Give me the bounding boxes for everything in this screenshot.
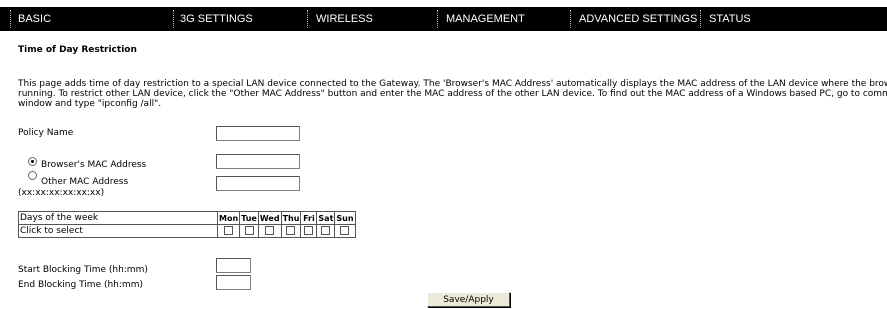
page-description: This page adds time of day restriction t… bbox=[18, 79, 887, 109]
nav-separator bbox=[437, 10, 438, 28]
click-to-select-label: Click to select bbox=[18, 224, 218, 238]
top-nav-bar: BASIC 3G SETTINGS WIRELESS MANAGEMENT AD… bbox=[0, 7, 887, 31]
end-time-label: End Blocking Time (hh:mm) bbox=[18, 280, 143, 290]
save-apply-button[interactable]: Save/Apply bbox=[427, 292, 510, 307]
day-header-wed: Wed bbox=[257, 211, 282, 225]
other-mac-radio[interactable] bbox=[28, 171, 37, 180]
day-header-sun: Sun bbox=[334, 211, 356, 225]
day-cell-tue bbox=[239, 224, 259, 238]
day-cell-thu bbox=[280, 224, 302, 238]
mac-format-hint: (xx:xx:xx:xx:xx:xx) bbox=[18, 188, 105, 198]
nav-separator bbox=[570, 10, 571, 28]
description-line: window and type "ipconfig /all". bbox=[18, 99, 162, 109]
day-cell-mon bbox=[216, 224, 241, 238]
day-checkbox-thu[interactable] bbox=[286, 226, 296, 235]
browser-mac-input[interactable] bbox=[216, 154, 300, 169]
day-cell-fri bbox=[300, 224, 318, 238]
other-mac-input[interactable] bbox=[216, 176, 300, 191]
day-header-tue: Tue bbox=[239, 211, 259, 225]
day-header-mon: Mon bbox=[216, 211, 241, 225]
page-title: Time of Day Restriction bbox=[18, 45, 137, 55]
day-cell-wed bbox=[257, 224, 282, 238]
day-header-fri: Fri bbox=[300, 211, 318, 225]
browser-mac-label: Browser's MAC Address bbox=[41, 160, 147, 170]
end-time-input[interactable] bbox=[216, 275, 251, 290]
day-checkbox-tue[interactable] bbox=[244, 226, 254, 235]
policy-name-input[interactable] bbox=[216, 126, 300, 141]
description-line: running. To restrict other LAN device, c… bbox=[18, 89, 887, 99]
days-header-row: Days of the week Mon Tue Wed Thu Fri Sat… bbox=[18, 211, 356, 225]
nav-separator bbox=[173, 10, 174, 28]
nav-item-status[interactable]: STATUS bbox=[709, 7, 751, 31]
nav-item-advanced-settings[interactable]: ADVANCED SETTINGS bbox=[579, 7, 697, 31]
day-cell-sun bbox=[334, 224, 356, 238]
nav-separator bbox=[307, 10, 308, 28]
day-header-sat: Sat bbox=[316, 211, 336, 225]
day-checkbox-fri[interactable] bbox=[304, 226, 314, 235]
day-checkbox-mon[interactable] bbox=[224, 226, 234, 235]
day-cell-sat bbox=[316, 224, 336, 238]
description-line: This page adds time of day restriction t… bbox=[18, 79, 887, 89]
nav-separator bbox=[10, 10, 11, 28]
nav-item-management[interactable]: MANAGEMENT bbox=[446, 7, 525, 31]
days-header-label: Days of the week bbox=[18, 211, 218, 225]
day-checkbox-sun[interactable] bbox=[340, 226, 350, 235]
day-checkbox-wed[interactable] bbox=[265, 226, 275, 235]
day-header-thu: Thu bbox=[280, 211, 302, 225]
nav-item-wireless[interactable]: WIRELESS bbox=[316, 7, 373, 31]
days-select-row: Click to select bbox=[18, 224, 356, 238]
browser-mac-radio[interactable] bbox=[28, 157, 37, 166]
policy-name-label: Policy Name bbox=[18, 128, 74, 138]
nav-item-3g-settings[interactable]: 3G SETTINGS bbox=[180, 7, 253, 31]
days-of-week-table: Days of the week Mon Tue Wed Thu Fri Sat… bbox=[18, 211, 356, 238]
day-checkbox-sat[interactable] bbox=[321, 226, 331, 235]
nav-separator bbox=[700, 10, 701, 28]
nav-item-basic[interactable]: BASIC bbox=[18, 7, 51, 31]
start-time-label: Start Blocking Time (hh:mm) bbox=[18, 265, 148, 275]
other-mac-label: Other MAC Address bbox=[41, 177, 129, 187]
start-time-input[interactable] bbox=[216, 258, 251, 273]
